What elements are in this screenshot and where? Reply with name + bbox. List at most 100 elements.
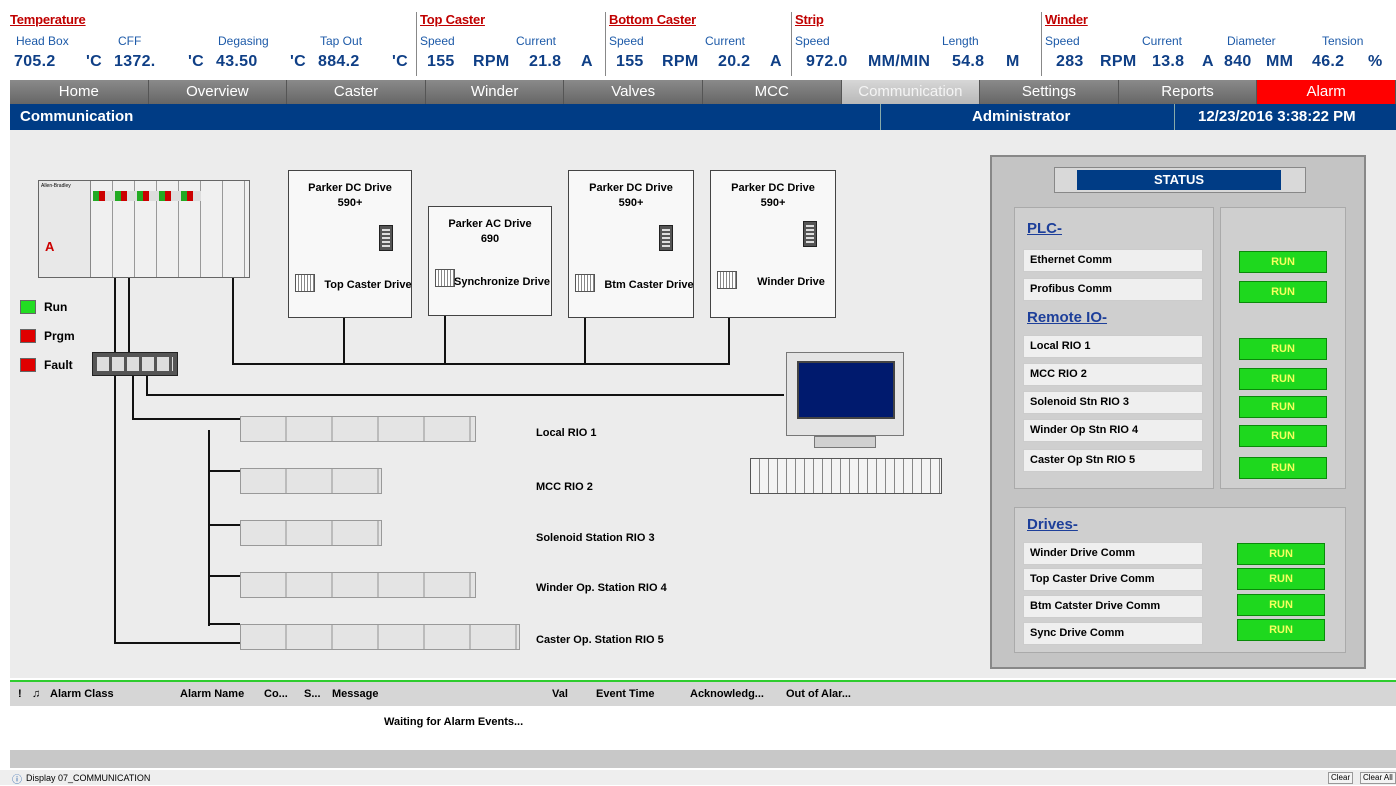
status-run-indicator: RUN bbox=[1239, 251, 1327, 273]
plc-brand: Allen-Bradley bbox=[41, 183, 71, 189]
legend-prgm: Prgm bbox=[20, 329, 75, 343]
col-event-time[interactable]: Event Time bbox=[596, 688, 655, 700]
header-group-temperature: Temperature Head Box CFF Degasing Tap Ou… bbox=[10, 12, 415, 76]
status-run-indicator: RUN bbox=[1237, 543, 1325, 565]
value-diameter: 840 bbox=[1224, 53, 1252, 70]
group-title: Bottom Caster bbox=[609, 12, 696, 27]
header-group-strip: Strip Speed Length 972.0 MM/MIN 54.8 M bbox=[791, 12, 1039, 76]
unit: A bbox=[1202, 53, 1214, 70]
rio-rack-3 bbox=[240, 520, 382, 546]
status-row-label: MCC RIO 2 bbox=[1023, 363, 1203, 386]
label-tap-out: Tap Out bbox=[320, 34, 363, 48]
header-group-bottom-caster: Bottom Caster Speed Current 155 RPM 20.2… bbox=[605, 12, 789, 76]
keypad-icon bbox=[379, 225, 393, 251]
nav-settings[interactable]: Settings bbox=[980, 80, 1119, 104]
drive-title: Parker AC Drive bbox=[448, 218, 532, 230]
nav-winder[interactable]: Winder bbox=[425, 80, 565, 104]
unit: M bbox=[1006, 53, 1020, 70]
rio-label: Solenoid Station RIO 3 bbox=[536, 532, 655, 544]
ethernet-switch-icon bbox=[92, 352, 178, 376]
unit: 'C bbox=[188, 53, 204, 70]
value-speed: 972.0 bbox=[806, 53, 848, 70]
status-row-label: Btm Catster Drive Comm bbox=[1023, 595, 1203, 618]
fault-indicator-icon bbox=[20, 358, 36, 372]
drive-title: Parker DC Drive bbox=[731, 182, 815, 194]
nav-valves[interactable]: Valves bbox=[564, 80, 703, 104]
value-current: 20.2 bbox=[718, 53, 751, 70]
unit: 'C bbox=[290, 53, 306, 70]
value-cff: 1372. bbox=[114, 53, 156, 70]
clear-button[interactable]: Clear bbox=[1328, 772, 1354, 784]
drive-name: Top Caster Drive bbox=[324, 279, 412, 291]
status-row-label: Winder Op Stn RIO 4 bbox=[1023, 419, 1203, 442]
clear-all-button[interactable]: Clear All bbox=[1360, 772, 1396, 784]
display-name: Display 07_COMMUNICATION bbox=[26, 773, 151, 783]
allen-bradley-logo: A bbox=[45, 239, 55, 254]
nav-reports[interactable]: Reports bbox=[1118, 80, 1258, 104]
nav-communication[interactable]: Communication bbox=[841, 80, 981, 104]
alarm-waiting-message: Waiting for Alarm Events... bbox=[384, 716, 524, 728]
rio-label: Local RIO 1 bbox=[536, 427, 597, 439]
drive-model: 590+ bbox=[760, 197, 786, 209]
status-title: STATUS bbox=[1077, 170, 1281, 190]
section-plc: PLC- bbox=[1027, 220, 1062, 237]
nav-mcc[interactable]: MCC bbox=[702, 80, 842, 104]
group-title: Top Caster bbox=[420, 12, 485, 27]
status-panel: STATUS PLC- Ethernet Comm Profibus Comm … bbox=[990, 155, 1366, 669]
plc-rack: Allen-Bradley A bbox=[38, 180, 250, 278]
value-current: 13.8 bbox=[1152, 53, 1185, 70]
label-diameter: Diameter bbox=[1227, 34, 1276, 48]
col-s[interactable]: S... bbox=[304, 688, 321, 700]
status-run-indicator: RUN bbox=[1239, 425, 1327, 447]
col-alarm-class[interactable]: Alarm Class bbox=[50, 688, 114, 700]
prgm-indicator-icon bbox=[20, 329, 36, 343]
label-speed: Speed bbox=[1045, 34, 1080, 48]
nav-home[interactable]: Home bbox=[10, 80, 149, 104]
drive-name: Btm Caster Drive bbox=[604, 279, 694, 291]
horizontal-scrollbar[interactable] bbox=[10, 750, 1396, 768]
bell-icon[interactable]: ♫ bbox=[32, 688, 40, 700]
value-tap-out: 884.2 bbox=[318, 53, 360, 70]
drive-btm-caster: Parker DC Drive 590+ Btm Caster Drive bbox=[568, 170, 694, 318]
col-val[interactable]: Val bbox=[552, 688, 568, 700]
status-run-indicator: RUN bbox=[1239, 368, 1327, 390]
rio-rack-1 bbox=[240, 416, 476, 442]
col-priority[interactable]: ! bbox=[18, 688, 22, 700]
alarm-summary[interactable]: ! ♫ Alarm Class Alarm Name Co... S... Me… bbox=[10, 680, 1396, 746]
label-length: Length bbox=[942, 34, 979, 48]
drive-synchronize: Parker AC Drive 690 Synchronize Drive bbox=[428, 206, 552, 316]
nav-alarm[interactable]: Alarm bbox=[1257, 80, 1396, 104]
label-current: Current bbox=[1142, 34, 1183, 48]
keypad-icon bbox=[659, 225, 673, 251]
drive-winder: Parker DC Drive 590+ Winder Drive bbox=[710, 170, 836, 318]
status-run-indicator: RUN bbox=[1237, 568, 1325, 590]
col-co[interactable]: Co... bbox=[264, 688, 288, 700]
section-remote-io: Remote IO- bbox=[1027, 309, 1108, 326]
group-title: Temperature bbox=[10, 12, 86, 27]
col-acknowledged[interactable]: Acknowledg... bbox=[690, 688, 764, 700]
drives-status-group: Drives- Winder Drive Comm Top Caster Dri… bbox=[1014, 507, 1346, 653]
drive-top-caster: Parker DC Drive 590+ Top Caster Drive bbox=[288, 170, 412, 318]
status-labels-group: PLC- Ethernet Comm Profibus Comm Remote … bbox=[1014, 207, 1214, 489]
unit: MM bbox=[1266, 53, 1294, 70]
col-alarm-name[interactable]: Alarm Name bbox=[180, 688, 244, 700]
unit: RPM bbox=[473, 53, 510, 70]
nav-overview[interactable]: Overview bbox=[148, 80, 288, 104]
unit: MM/MIN bbox=[868, 53, 931, 70]
label-speed: Speed bbox=[795, 34, 830, 48]
drive-model: 590+ bbox=[618, 197, 644, 209]
datetime: 12/23/2016 3:38:22 PM bbox=[1198, 108, 1356, 125]
run-indicator-icon bbox=[20, 300, 36, 314]
info-icon: ⓘ bbox=[12, 775, 22, 786]
status-row-label: Solenoid Stn RIO 3 bbox=[1023, 391, 1203, 414]
status-row-label: Ethernet Comm bbox=[1023, 249, 1203, 272]
col-out-of-alarm[interactable]: Out of Alar... bbox=[786, 688, 851, 700]
nav-caster[interactable]: Caster bbox=[287, 80, 426, 104]
unit: A bbox=[581, 53, 593, 70]
section-drives: Drives- bbox=[1027, 516, 1078, 533]
col-message[interactable]: Message bbox=[332, 688, 378, 700]
value-degasing: 43.50 bbox=[216, 53, 258, 70]
label-head-box: Head Box bbox=[16, 34, 69, 48]
drive-model: 690 bbox=[480, 233, 500, 245]
page-title: Communication bbox=[20, 108, 134, 125]
